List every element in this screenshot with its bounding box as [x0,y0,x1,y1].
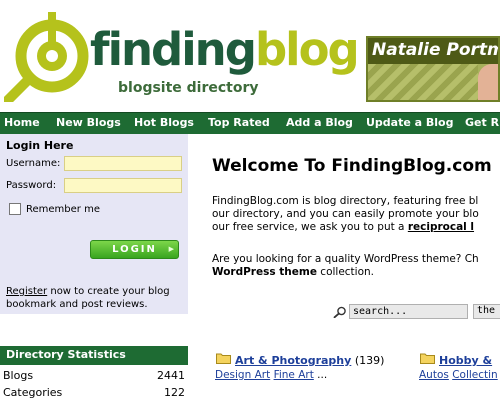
subcategory-list: Design Art Fine Art ... [215,369,327,381]
login-button-label: LOGIN [112,244,157,255]
nav-home[interactable]: Home [4,116,40,129]
intro-line: our directory, and you can easily promot… [212,208,479,220]
reciprocal-link[interactable]: reciprocal l [408,221,474,233]
category-count: (139) [354,354,385,367]
folder-icon [216,353,231,364]
logo-tagline: blogsite directory [118,80,259,96]
search-input[interactable] [349,304,468,319]
logo-blog-text: blog [254,23,360,76]
category-title: Art & Photography (139) [235,354,384,367]
login-button[interactable]: LOGIN ▶ [90,240,179,259]
nav-top-rated[interactable]: Top Rated [208,116,270,129]
stats-label: Categories [3,386,63,399]
search-icon [333,306,346,318]
logo-mark-icon [4,12,89,102]
intro-line: FindingBlog.com is blog directory, featu… [212,195,479,207]
register-prompt: Register now to create your blog bookmar… [6,285,184,311]
directory-statistics-title: Directory Statistics [0,346,188,365]
subcategory-link[interactable]: Design Art [215,369,270,381]
nav-add-a-blog[interactable]: Add a Blog [286,116,353,129]
subcategory-link[interactable]: Fine Art [274,369,314,381]
remember-me-label: Remember me [26,204,100,215]
theme-line: Are you looking for a quality WordPress … [212,253,479,265]
login-title: Login Here [6,139,74,152]
logo-finding-text: finding [90,23,257,76]
intro-line-text: our free service, we ask you to put a [212,221,408,233]
category-link[interactable]: Hobby & [439,354,492,367]
banner-background [368,64,478,100]
username-field[interactable] [64,156,182,171]
subcategory-more: ... [313,369,328,381]
banner-title: Natalie Portman [368,38,498,64]
category-title: Hobby & [439,354,492,367]
theme-line: WordPress theme collection. [212,266,374,279]
nav-update-a-blog[interactable]: Update a Blog [366,116,454,129]
stats-row: Blogs 2441 [0,368,188,384]
subcategory-link[interactable]: Collectin [452,369,498,381]
stats-value: 2441 [157,369,185,382]
username-label: Username: [6,158,61,169]
theme-line-text: collection. [316,266,375,278]
nav-get-r[interactable]: Get R [465,116,499,129]
remember-me-checkbox[interactable] [9,203,21,215]
stats-value: 122 [164,386,185,399]
password-field[interactable] [64,178,182,193]
register-link[interactable]: Register [6,286,47,297]
password-label: Password: [6,180,57,191]
stats-label: Blogs [3,369,34,382]
wordpress-theme-link[interactable]: WordPress theme [212,266,317,278]
nav-hot-blogs[interactable]: Hot Blogs [134,116,194,129]
category-link[interactable]: Art & Photography [235,354,351,367]
banner-ad[interactable]: Natalie Portman [366,36,500,102]
subcategory-list: Autos Collectin [419,369,498,381]
subcategory-link[interactable]: Autos [419,369,449,381]
nav-new-blogs[interactable]: New Blogs [56,116,121,129]
arrow-right-icon: ▶ [168,245,174,253]
intro-line: our free service, we ask you to put a re… [212,221,474,234]
site-header: findingblog blogsite directory Natalie P… [0,0,500,112]
page-title: Welcome To FindingBlog.com [212,156,492,176]
search-scope-select[interactable]: the [473,304,500,319]
stats-row: Categories 122 [0,385,188,400]
main-nav: Home New Blogs Hot Blogs Top Rated Add a… [0,112,500,134]
folder-icon [420,353,435,364]
banner-photo [478,64,498,100]
